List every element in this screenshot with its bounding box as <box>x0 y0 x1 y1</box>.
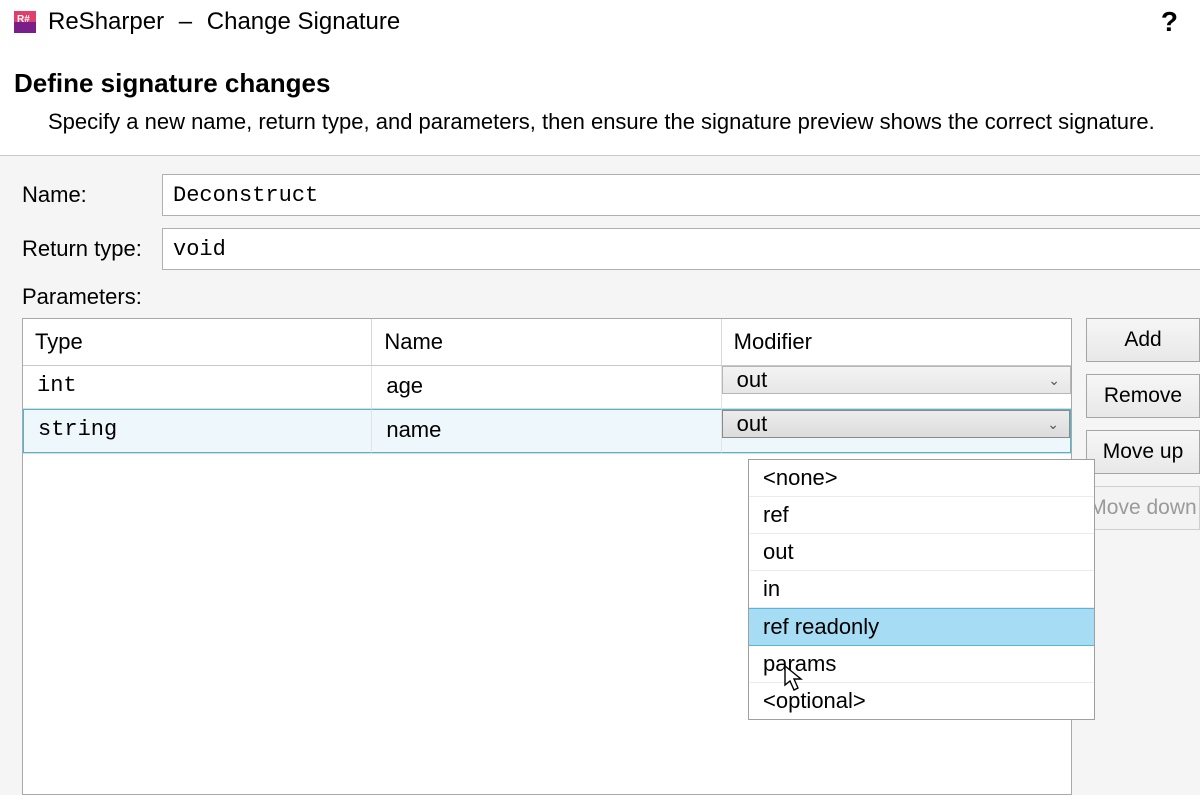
name-label: Name: <box>22 182 162 208</box>
button-column: Add Remove Move up Move down <box>1086 318 1200 542</box>
form-area: Name: Deconstruct Return type: void Para… <box>0 155 1200 795</box>
modifier-options-popup[interactable]: <none> ref out in ref readonly params <o… <box>748 459 1095 720</box>
modifier-value: out <box>737 411 768 437</box>
cell-type[interactable]: string <box>23 409 372 453</box>
modifier-option[interactable]: ref readonly <box>749 608 1094 646</box>
cell-name[interactable]: name <box>372 409 721 453</box>
modifier-option[interactable]: ref <box>749 497 1094 534</box>
window-title: ReSharper – Change Signature <box>48 8 400 36</box>
svg-text:R#: R# <box>17 14 30 25</box>
parameters-grid[interactable]: Type Name Modifier int age out ⌄ string … <box>22 318 1072 795</box>
modifier-option[interactable]: params <box>749 646 1094 683</box>
app-name: ReSharper <box>48 8 164 35</box>
column-header-name[interactable]: Name <box>372 319 721 365</box>
return-type-label: Return type: <box>22 236 162 262</box>
name-input[interactable]: Deconstruct <box>162 174 1200 216</box>
modifier-option[interactable]: <optional> <box>749 683 1094 719</box>
return-type-input[interactable]: void <box>162 228 1200 270</box>
section-description: Specify a new name, return type, and par… <box>48 109 1200 135</box>
cell-modifier[interactable]: out ⌄ <box>722 409 1071 453</box>
column-header-type[interactable]: Type <box>23 319 372 365</box>
title-bar: R# ReSharper – Change Signature ? <box>0 0 1200 44</box>
cell-modifier[interactable]: out ⌄ <box>722 366 1071 408</box>
help-button[interactable]: ? <box>1155 6 1184 38</box>
table-row[interactable]: int age out ⌄ <box>23 366 1071 409</box>
name-input-value: Deconstruct <box>173 183 318 208</box>
modifier-dropdown[interactable]: out ⌄ <box>722 366 1071 394</box>
resharper-icon: R# <box>12 9 38 35</box>
modifier-option[interactable]: <none> <box>749 460 1094 497</box>
chevron-down-icon: ⌄ <box>1047 416 1059 433</box>
modifier-value: out <box>737 367 768 393</box>
chevron-down-icon: ⌄ <box>1048 372 1060 389</box>
section-heading: Define signature changes <box>14 68 1200 99</box>
move-up-button[interactable]: Move up <box>1086 430 1200 474</box>
cell-type[interactable]: int <box>23 366 372 408</box>
table-row[interactable]: string name out ⌄ <box>23 409 1071 454</box>
grid-header: Type Name Modifier <box>23 319 1071 366</box>
modifier-option[interactable]: out <box>749 534 1094 571</box>
modifier-option[interactable]: in <box>749 571 1094 608</box>
cell-name[interactable]: age <box>372 366 721 408</box>
remove-button[interactable]: Remove <box>1086 374 1200 418</box>
return-type-value: void <box>173 237 226 262</box>
column-header-modifier[interactable]: Modifier <box>722 319 1071 365</box>
move-down-button: Move down <box>1086 486 1200 530</box>
title-separator: – <box>179 8 192 35</box>
dialog-name: Change Signature <box>207 8 400 35</box>
parameters-label: Parameters: <box>22 284 1200 310</box>
add-button[interactable]: Add <box>1086 318 1200 362</box>
modifier-dropdown[interactable]: out ⌄ <box>722 410 1070 438</box>
